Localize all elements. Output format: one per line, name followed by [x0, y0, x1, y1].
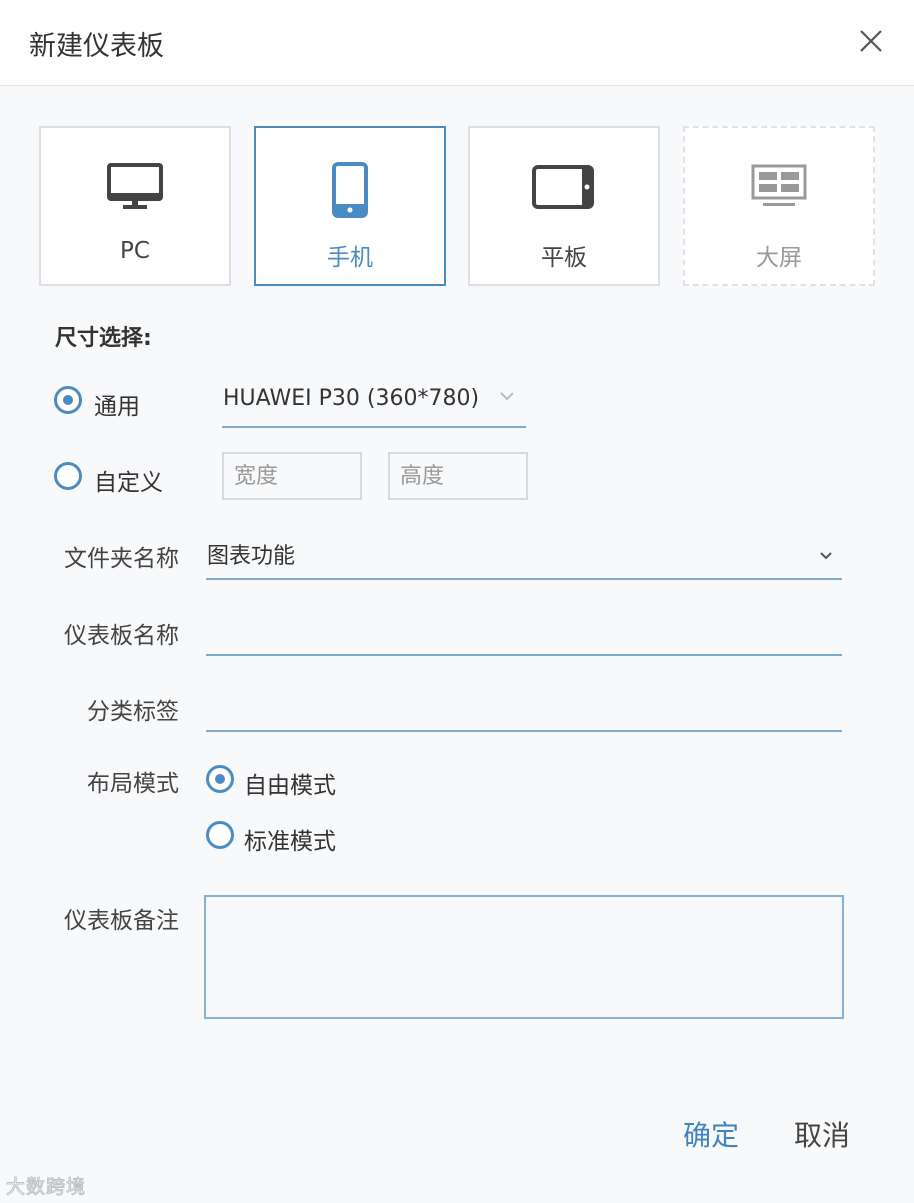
category-tag-input[interactable] [206, 692, 842, 732]
phone-icon [332, 162, 368, 218]
device-label-large-screen: 大屏 [756, 245, 802, 271]
chevron-down-icon [820, 552, 832, 560]
monitor-icon [107, 163, 163, 209]
free-layout-radio[interactable] [206, 765, 234, 793]
large-screen-icon [751, 164, 807, 206]
layout-mode-label: 布局模式 [87, 771, 179, 797]
device-card-large-screen: 大屏 [683, 126, 875, 286]
device-card-tablet[interactable]: 平板 [468, 126, 660, 286]
watermark: 大数跨境 [5, 1176, 87, 1199]
general-size-radio[interactable] [54, 386, 82, 414]
device-label-phone: 手机 [327, 245, 373, 271]
custom-size-radio[interactable] [54, 462, 82, 490]
remark-textarea[interactable] [204, 895, 844, 1019]
device-card-pc[interactable]: PC [39, 126, 231, 286]
folder-label: 文件夹名称 [64, 546, 179, 572]
tablet-icon [532, 165, 594, 209]
standard-layout-label: 标准模式 [244, 829, 336, 855]
folder-select[interactable]: 图表功能 [206, 530, 842, 580]
free-layout-label: 自由模式 [244, 773, 336, 799]
size-section-title: 尺寸选择: [55, 326, 152, 351]
category-tag-label: 分类标签 [87, 699, 179, 725]
confirm-button[interactable]: 确定 [683, 1114, 739, 1154]
standard-layout-radio[interactable] [206, 821, 234, 849]
width-input[interactable] [222, 452, 362, 500]
dashboard-name-input[interactable] [206, 616, 842, 656]
preset-size-value: HUAWEI P30 (360*780) [223, 386, 480, 411]
preset-size-select[interactable]: HUAWEI P30 (360*780) [222, 380, 526, 428]
chevron-down-icon [500, 392, 514, 401]
device-label-tablet: 平板 [541, 245, 587, 271]
custom-size-label: 自定义 [94, 470, 163, 496]
close-icon[interactable] [854, 24, 888, 58]
device-label-pc: PC [120, 238, 150, 264]
dialog-title: 新建仪表板 [29, 31, 164, 62]
dialog-header: 新建仪表板 [0, 0, 914, 86]
height-input[interactable] [388, 452, 528, 500]
remark-label: 仪表板备注 [64, 908, 179, 934]
general-size-label: 通用 [94, 394, 140, 420]
dashboard-name-label: 仪表板名称 [64, 623, 179, 649]
cancel-button[interactable]: 取消 [794, 1114, 850, 1154]
folder-value: 图表功能 [207, 544, 296, 569]
device-card-phone[interactable]: 手机 [254, 126, 446, 286]
